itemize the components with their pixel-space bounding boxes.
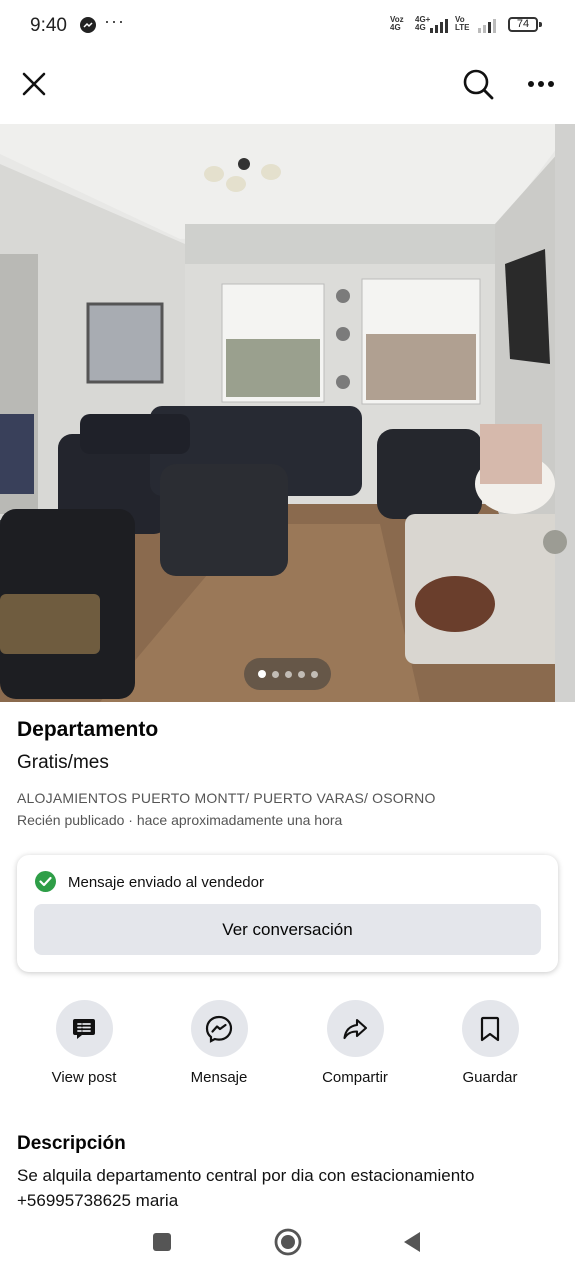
status-time: 9:40 — [30, 15, 67, 36]
message-label: Mensaje — [190, 1069, 248, 1086]
listing-posted-time: Recién publicado · hace aproximadamente … — [17, 812, 343, 828]
signal-bars-weak-icon — [478, 17, 496, 33]
action-row: View post Mensaje Compartir Guardar — [0, 1000, 575, 1100]
listing-location[interactable]: ALOJAMIENTOS PUERTO MONTT/ PUERTO VARAS/… — [17, 790, 436, 806]
share-icon[interactable] — [326, 1000, 384, 1057]
message-sent-card: Mensaje enviado al vendedor Ver conversa… — [17, 855, 558, 972]
signal-bars-icon — [430, 17, 448, 33]
message-sent-text: Mensaje enviado al vendedor — [68, 874, 264, 891]
messenger-icon[interactable] — [190, 1000, 248, 1057]
system-nav-bar — [0, 1212, 575, 1280]
pager-dot[interactable] — [284, 670, 292, 678]
sim3-label: Vo LTE — [455, 15, 470, 32]
view-post-label: View post — [51, 1069, 117, 1086]
share-button[interactable]: Compartir — [295, 1000, 415, 1086]
pager-dot[interactable] — [310, 670, 318, 678]
sim2-label: 4G+ 4G — [415, 15, 431, 32]
check-icon — [35, 871, 56, 892]
home-icon[interactable] — [270, 1224, 306, 1260]
view-post-button[interactable]: View post — [24, 1000, 144, 1086]
listing-title: Departamento — [17, 718, 159, 741]
recent-apps-icon[interactable] — [146, 1226, 178, 1258]
post-icon[interactable] — [55, 1000, 113, 1057]
message-button[interactable]: Mensaje — [159, 1000, 279, 1086]
sim1-label: Voz 4G — [390, 15, 404, 32]
back-icon[interactable] — [396, 1226, 428, 1258]
save-label: Guardar — [462, 1069, 518, 1086]
bookmark-icon[interactable] — [461, 1000, 519, 1057]
listing-price: Gratis/mes — [17, 752, 109, 773]
view-conversation-button[interactable]: Ver conversación — [34, 904, 541, 955]
battery-icon: 74 — [508, 17, 538, 32]
description-line-2: +56995738625 maria — [17, 1191, 179, 1210]
photo-pager[interactable] — [244, 658, 331, 690]
status-bar: 9:40 ··· Voz 4G 4G+ 4G Vo LTE 74 — [0, 0, 575, 52]
messenger-notification-icon — [80, 17, 96, 33]
close-icon[interactable] — [14, 64, 54, 104]
description-title: Descripción — [17, 1133, 126, 1154]
description-line-1: Se alquila departamento central por dia … — [17, 1166, 475, 1185]
pager-dot-active[interactable] — [257, 670, 266, 678]
status-more-icon: ··· — [104, 11, 125, 31]
save-button[interactable]: Guardar — [430, 1000, 550, 1086]
pager-dot[interactable] — [271, 670, 279, 678]
battery-tip — [539, 22, 542, 27]
share-label: Compartir — [322, 1069, 388, 1086]
description-text: Se alquila departamento central por dia … — [17, 1163, 557, 1213]
pager-dot[interactable] — [297, 670, 305, 678]
top-bar — [0, 52, 575, 124]
search-icon[interactable] — [458, 64, 498, 104]
listing-photo[interactable] — [0, 124, 575, 702]
more-options-icon[interactable] — [521, 64, 561, 104]
